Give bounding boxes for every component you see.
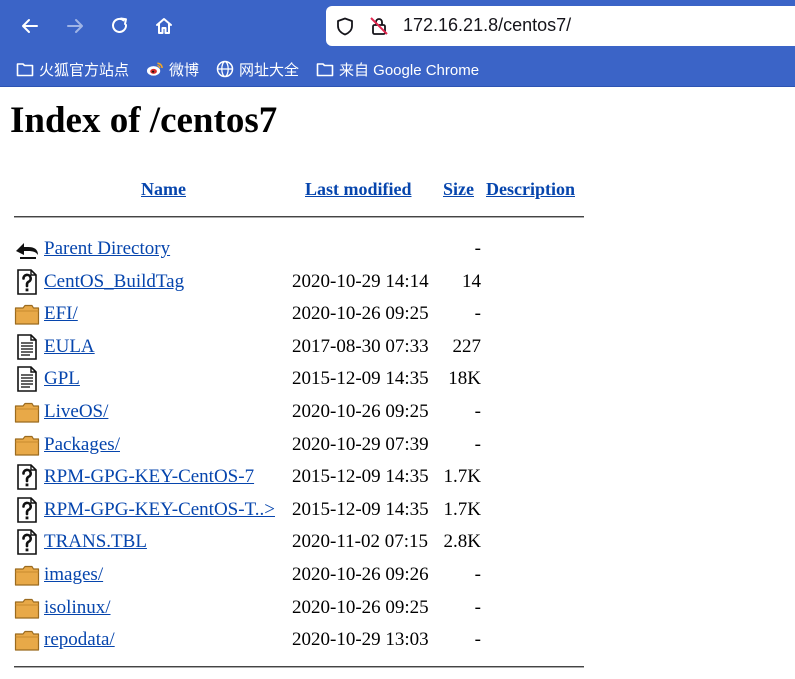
weibo-icon — [146, 60, 164, 78]
address-bar[interactable]: 172.16.21.8/centos7/ — [326, 6, 795, 46]
file-size: 1.7K — [443, 466, 481, 488]
file-size: 2.8K — [443, 531, 481, 553]
home-button[interactable] — [148, 10, 180, 42]
sort-by-name-link[interactable]: Name — [141, 176, 186, 202]
shield-icon[interactable] — [336, 17, 354, 41]
file-size: - — [474, 238, 481, 259]
bookmark-label: 网址大全 — [239, 61, 300, 79]
folder-icon — [14, 562, 40, 588]
file-link[interactable]: EFI/ — [44, 301, 78, 327]
arrow-right-icon — [67, 19, 83, 33]
file-link[interactable]: images/ — [44, 562, 103, 588]
file-link[interactable]: Packages/ — [44, 432, 120, 458]
last-modified: 2020-10-29 13:03 — [292, 629, 429, 651]
header-divider — [14, 216, 584, 218]
home-icon — [156, 18, 172, 34]
table-row: images/2020-10-26 09:26 - — [0, 559, 795, 591]
last-modified: 2020-10-29 07:39 — [292, 433, 429, 455]
file-link[interactable]: LiveOS/ — [44, 399, 108, 425]
text-file-icon — [14, 366, 40, 393]
bookmarks-bar: 火狐官方站点 微博 网址大全 来自 Google Chrome — [0, 54, 795, 87]
file-link[interactable]: repodata/ — [44, 627, 115, 653]
last-modified: 2020-11-02 07:15 — [292, 531, 428, 553]
insecure-lock-icon[interactable] — [369, 16, 389, 41]
arrow-left-icon — [22, 19, 38, 33]
folder-icon — [14, 595, 40, 621]
bookmark-weibo[interactable]: 微博 — [146, 54, 199, 84]
sort-by-size-link[interactable]: Size — [443, 176, 474, 202]
reload-icon — [112, 17, 128, 33]
file-link[interactable]: CentOS_BuildTag — [44, 269, 184, 295]
last-modified: 2015-12-09 14:35 — [292, 466, 429, 488]
bookmark-firefox-sites[interactable]: 火狐官方站点 — [16, 54, 129, 84]
table-row: GPL 2015-12-09 14:35 18K — [0, 363, 795, 395]
text-file-icon — [14, 333, 40, 360]
bookmark-from-chrome[interactable]: 来自 Google Chrome — [316, 54, 479, 84]
file-link[interactable]: Parent Directory — [44, 236, 170, 262]
sort-by-description-link[interactable]: Description — [486, 176, 575, 202]
table-row: repodata/2020-10-29 13:03 - — [0, 624, 795, 656]
folder-icon — [14, 301, 40, 327]
bookmark-label: 火狐官方站点 — [39, 61, 130, 79]
forward-button[interactable] — [59, 10, 91, 42]
table-row: RPM-GPG-KEY-CentOS-7 2015-12-09 14:35 1.7K — [0, 461, 795, 493]
table-row: LiveOS/2020-10-26 09:25 - — [0, 396, 795, 428]
file-link[interactable]: GPL — [44, 366, 80, 392]
folder-icon — [14, 627, 40, 653]
table-row: Packages/2020-10-29 07:39 - — [0, 429, 795, 461]
table-row: TRANS.TBL 2020-11-02 07:15 2.8K — [0, 526, 795, 558]
table-row: EFI/2020-10-26 09:25 - — [0, 298, 795, 330]
last-modified: 2015-12-09 14:35 — [292, 498, 429, 520]
bookmark-url-directory[interactable]: 网址大全 — [216, 54, 299, 84]
file-size: 227 — [452, 335, 482, 357]
unknown-file-icon — [14, 496, 40, 523]
browser-toolbar: 172.16.21.8/centos7/ — [0, 0, 795, 54]
file-link[interactable]: TRANS.TBL — [44, 529, 147, 555]
folder-icon — [14, 432, 40, 458]
url-text[interactable]: 172.16.21.8/centos7/ — [403, 15, 571, 36]
last-modified: 2020-10-26 09:25 — [292, 596, 429, 618]
last-modified: 2017-08-30 07:33 — [292, 335, 429, 357]
table-row: RPM-GPG-KEY-CentOS-T..> 2015-12-09 14:35 1… — [0, 494, 795, 526]
file-size: - — [474, 401, 481, 422]
file-size: - — [474, 629, 481, 651]
table-row: EULA 2017-08-30 07:33 227 — [0, 331, 795, 363]
last-modified: 2015-12-09 14:35 — [292, 368, 429, 390]
last-modified: 2020-10-26 09:26 — [292, 564, 429, 585]
unknown-file-icon — [14, 529, 40, 556]
file-size: - — [474, 303, 481, 325]
file-link[interactable]: EULA — [44, 334, 95, 360]
file-size: - — [474, 564, 481, 585]
page-title: Index of /centos7 — [10, 100, 278, 141]
unknown-file-icon — [14, 268, 40, 295]
file-link[interactable]: RPM-GPG-KEY-CentOS-T..> — [44, 497, 275, 523]
file-size: 14 — [462, 270, 481, 292]
back-icon — [14, 236, 40, 262]
globe-icon — [216, 60, 234, 78]
table-row: Parent Directory - — [0, 233, 795, 265]
file-link[interactable]: RPM-GPG-KEY-CentOS-7 — [44, 464, 254, 490]
file-size: 1.7K — [443, 498, 481, 520]
sort-by-modified-link[interactable]: Last modified — [305, 176, 412, 202]
table-row: CentOS_BuildTag 2020-10-29 14:14 14 — [0, 266, 795, 298]
bookmark-label: 微博 — [169, 61, 200, 79]
bookmark-label: 来自 Google Chrome — [339, 61, 480, 79]
file-size: 18K — [448, 368, 481, 390]
folder-icon — [16, 60, 34, 78]
folder-icon — [14, 399, 40, 425]
last-modified: 2020-10-26 09:25 — [292, 303, 429, 325]
file-size: - — [474, 596, 481, 618]
footer-divider — [14, 666, 584, 668]
file-link[interactable]: isolinux/ — [44, 595, 111, 621]
table-row: isolinux/2020-10-26 09:25 - — [0, 592, 795, 624]
reload-button[interactable] — [104, 10, 136, 42]
last-modified: 2020-10-26 09:25 — [292, 401, 429, 422]
folder-icon — [316, 60, 334, 78]
last-modified: 2020-10-29 14:14 — [292, 270, 429, 292]
unknown-file-icon — [14, 464, 40, 490]
back-button[interactable] — [14, 10, 46, 42]
file-size: - — [474, 433, 481, 455]
